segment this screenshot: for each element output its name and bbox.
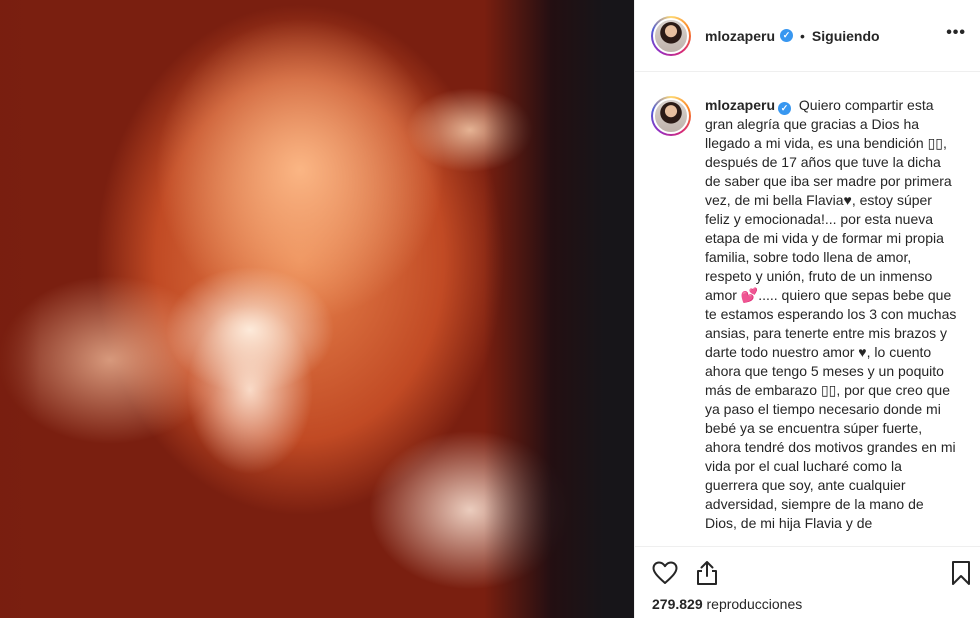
views-number: 279.829: [652, 596, 703, 612]
avatar-photo: [653, 17, 689, 54]
video-frame-shade: [0, 0, 40, 618]
verified-icon: ✓: [780, 29, 794, 42]
verified-icon: ✓: [778, 102, 792, 115]
bookmark-icon[interactable]: [947, 559, 975, 587]
more-icon[interactable]: •••: [946, 24, 966, 42]
separator: •: [800, 27, 805, 44]
caption: mlozaperu ✓ Quiero compartir esta gran al…: [705, 96, 957, 546]
header-username[interactable]: mlozaperu: [705, 28, 775, 44]
caption-username[interactable]: mlozaperu: [705, 97, 775, 113]
caption-area: mlozaperu ✓ Quiero compartir esta gran al…: [635, 72, 980, 546]
avatar[interactable]: [651, 96, 691, 136]
action-bar: 279.829 reproducciones: [635, 546, 980, 618]
views-count[interactable]: 279.829 reproducciones: [652, 596, 802, 612]
avatar[interactable]: [651, 15, 691, 56]
post-side-panel: mlozaperu ✓ • Siguiendo ••• mlozaperu ✓ Q…: [634, 0, 980, 618]
avatar-photo: [653, 98, 689, 134]
views-label: reproducciones: [706, 596, 803, 612]
post-header: mlozaperu ✓ • Siguiendo •••: [635, 0, 980, 72]
heart-icon[interactable]: [651, 559, 679, 587]
video-frame-shade: [484, 0, 634, 618]
post-video[interactable]: [0, 0, 634, 618]
share-icon[interactable]: [693, 559, 721, 587]
caption-body: Quiero compartir esta gran alegría que g…: [705, 97, 957, 531]
following-button[interactable]: Siguiendo: [812, 28, 880, 44]
